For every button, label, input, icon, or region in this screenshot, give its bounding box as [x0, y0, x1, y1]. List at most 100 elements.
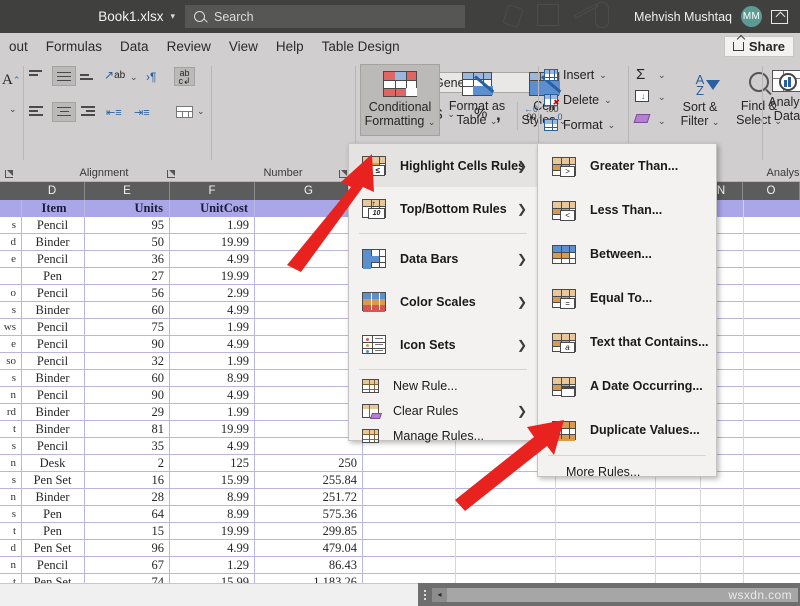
cell-unitcost: 1.99: [170, 404, 253, 420]
menu-item-manage-rules[interactable]: Manage Rules...: [349, 423, 537, 448]
clear-caret-icon[interactable]: ⌄: [658, 116, 666, 127]
cell-total: [255, 438, 361, 454]
ribbon-group-analysis: Analyz Data Analysis: [764, 60, 800, 182]
font-dialog-launcher[interactable]: [5, 169, 14, 178]
cell-units: 64: [85, 506, 168, 522]
title-bar: Book1.xlsx ▾ Search Mehvish Mushtaq MM: [0, 0, 800, 33]
tab-help[interactable]: Help: [267, 33, 313, 60]
cell-units: 75: [85, 319, 168, 335]
format-as-table-button[interactable]: Format as Table ⌄: [442, 64, 512, 136]
cell-c-partial: rd: [0, 404, 20, 420]
menu-item-top-bottom-rules[interactable]: ↑ 10 Top/Bottom Rules ❯: [349, 187, 537, 230]
orientation-caret-icon[interactable]: ⌄: [130, 72, 138, 83]
align-bottom-button[interactable]: [80, 74, 99, 81]
column-header-e[interactable]: E: [85, 182, 170, 200]
ribbon-tab-bar: out Formulas Data Review View Help Table…: [0, 33, 800, 60]
split-handle[interactable]: [418, 590, 432, 600]
text-direction-button[interactable]: ›¶: [146, 70, 156, 84]
fill-button[interactable]: ↓: [635, 90, 649, 102]
table-row[interactable]: nBinder288.99251.72: [0, 489, 800, 506]
menu-item-more-rules[interactable]: More Rules...: [538, 459, 716, 485]
tab-page-layout[interactable]: out: [0, 33, 37, 60]
decrease-indent-button[interactable]: ⇤≡: [106, 106, 122, 119]
menu-label: Text that Contains...: [590, 335, 709, 349]
menu-label: New Rule...: [393, 379, 458, 393]
tab-review[interactable]: Review: [158, 33, 220, 60]
cell-units: 81: [85, 421, 168, 437]
conditional-formatting-menu[interactable]: ≤ Highlight Cells Rules ❯ ↑ 10 Top/Botto…: [348, 143, 538, 441]
table-row[interactable]: nPencil671.2986.43: [0, 557, 800, 574]
column-header-g[interactable]: G: [255, 182, 363, 200]
scroll-left-button[interactable]: ◂: [432, 588, 447, 602]
avatar[interactable]: MM: [741, 6, 762, 27]
column-header-o[interactable]: O: [743, 182, 800, 200]
menu-item-less-than[interactable]: <Less Than...: [538, 188, 716, 232]
less-than-icon: <: [552, 201, 576, 220]
file-name[interactable]: Book1.xlsx: [98, 9, 163, 24]
cell-total: 251.72: [255, 489, 361, 505]
column-header-f[interactable]: F: [170, 182, 255, 200]
conditional-formatting-button[interactable]: Conditional Formatting ⌄: [360, 64, 440, 136]
ribbon-display-options-icon[interactable]: [771, 10, 788, 24]
increase-indent-button[interactable]: ⇥≡: [134, 106, 150, 119]
autosum-caret-icon[interactable]: ⌄: [658, 70, 666, 81]
menu-item-clear-rules[interactable]: Clear Rules ❯: [349, 398, 537, 423]
autosum-button[interactable]: Σ: [636, 66, 645, 83]
analyze-data-button[interactable]: Analyz Data: [764, 64, 800, 136]
tab-formulas[interactable]: Formulas: [37, 33, 111, 60]
wrap-text-button[interactable]: abc↲: [174, 67, 195, 86]
menu-item-color-scales[interactable]: Color Scales ❯: [349, 280, 537, 323]
menu-item-text-contains[interactable]: aText that Contains...: [538, 320, 716, 364]
top-bottom-rules-icon: ↑ 10: [362, 199, 386, 218]
chevron-down-icon[interactable]: ⌄: [604, 95, 612, 106]
menu-divider: [359, 233, 527, 234]
menu-item-data-bars[interactable]: Data Bars ❯: [349, 237, 537, 280]
highlight-cells-rules-submenu[interactable]: >Greater Than...<Less Than...Between...=…: [537, 143, 717, 477]
delete-cells-button[interactable]: ✖ Delete ⌄: [544, 93, 612, 107]
align-top-button[interactable]: [29, 70, 48, 77]
chevron-down-icon[interactable]: ⌄: [599, 70, 607, 81]
column-header-d[interactable]: D: [20, 182, 85, 200]
format-cells-button[interactable]: Format ⌄: [544, 118, 615, 132]
merge-center-caret-icon[interactable]: ⌄: [197, 106, 205, 117]
number-dialog-launcher[interactable]: [339, 169, 348, 178]
search-input[interactable]: Search: [185, 5, 465, 28]
merge-center-button[interactable]: [174, 104, 194, 119]
menu-item-between[interactable]: Between...: [538, 232, 716, 276]
menu-item-new-rule[interactable]: New Rule...: [349, 373, 537, 398]
tab-view[interactable]: View: [220, 33, 267, 60]
align-left-button[interactable]: [29, 106, 48, 117]
menu-item-duplicate-values[interactable]: Duplicate Values...: [538, 408, 716, 452]
clear-button[interactable]: [635, 114, 649, 123]
table-header-unitcost: UnitCost: [170, 200, 252, 217]
insert-cells-button[interactable]: Insert ⌄: [544, 68, 607, 82]
font-color-caret-icon[interactable]: ⌄: [9, 104, 17, 115]
align-middle-button[interactable]: [52, 66, 76, 86]
menu-item-icon-sets[interactable]: Icon Sets ❯: [349, 323, 537, 366]
align-center-button[interactable]: [52, 102, 76, 122]
menu-item-greater-than[interactable]: >Greater Than...: [538, 144, 716, 188]
file-name-caret-icon[interactable]: ▾: [170, 11, 175, 22]
table-row[interactable]: sPen648.99575.36: [0, 506, 800, 523]
orientation-button[interactable]: ↗ab: [104, 68, 125, 82]
tab-table-design[interactable]: Table Design: [313, 33, 409, 60]
menu-item-date-occurring[interactable]: A Date Occurring...: [538, 364, 716, 408]
align-right-button[interactable]: [81, 106, 100, 117]
share-button[interactable]: Share: [724, 36, 794, 57]
table-row[interactable]: tPen1519.99299.85: [0, 523, 800, 540]
menu-item-equal-to[interactable]: =Equal To...: [538, 276, 716, 320]
font-size-grow-icon[interactable]: A⌃: [2, 72, 20, 89]
table-row[interactable]: dPen Set964.99479.04: [0, 540, 800, 557]
chevron-down-icon: ⌄: [428, 117, 436, 127]
fill-caret-icon[interactable]: ⌄: [658, 92, 666, 103]
menu-label: Duplicate Values...: [590, 423, 700, 437]
cell-item: Pen Set: [22, 540, 83, 556]
chevron-down-icon[interactable]: ⌄: [608, 120, 616, 131]
cell-item: Pencil: [22, 387, 83, 403]
horizontal-scrollbar[interactable]: wsxdn.com: [447, 588, 798, 602]
table-row[interactable]: tPen Set7415.991,183.26: [0, 574, 800, 583]
menu-item-highlight-cells-rules[interactable]: ≤ Highlight Cells Rules ❯: [349, 144, 537, 187]
sort-filter-button[interactable]: AZ Sort & Filter ⌄: [672, 64, 728, 136]
cell-unitcost: 4.99: [170, 251, 253, 267]
tab-data[interactable]: Data: [111, 33, 158, 60]
